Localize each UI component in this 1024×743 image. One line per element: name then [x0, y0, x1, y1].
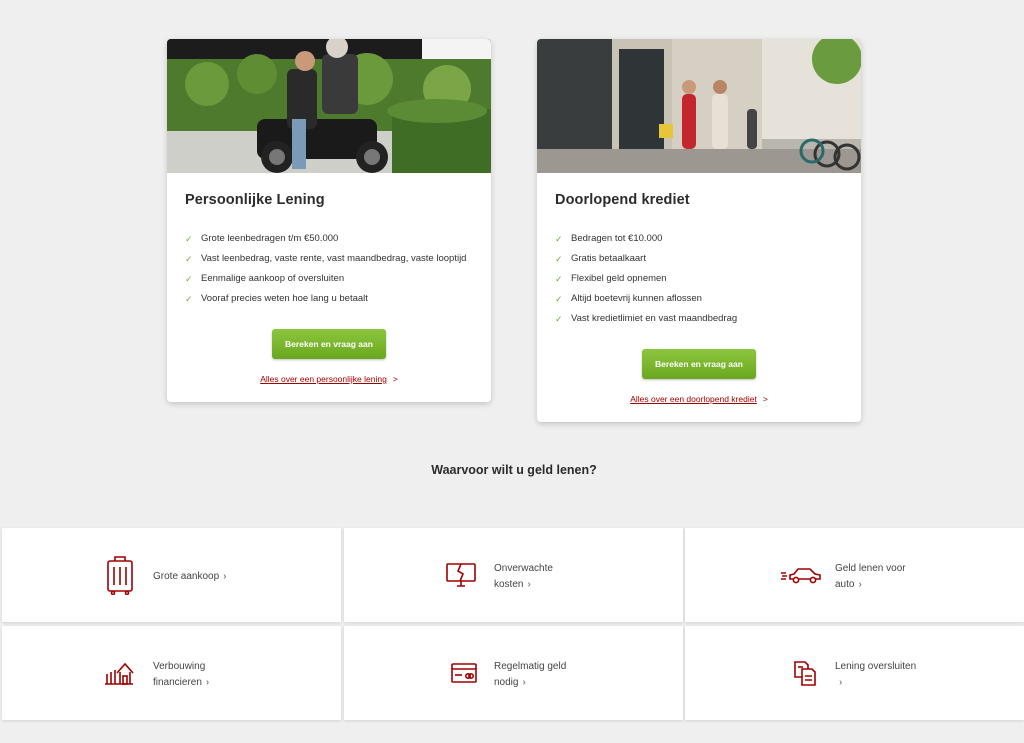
- tile-label: Grote aankoop: [153, 571, 220, 582]
- check-icon: ✓: [185, 274, 193, 284]
- chevron-right-icon: ›: [839, 677, 843, 688]
- tile-onverwachte-kosten[interactable]: Onverwachte kosten ›: [344, 528, 683, 622]
- tile-label: Geld lenen voor: [835, 563, 906, 574]
- chevron-right-icon: ›: [527, 579, 531, 590]
- shopping-street-photo: [537, 39, 861, 173]
- chevron-right-icon: ›: [205, 677, 210, 688]
- check-icon: ✓: [555, 254, 563, 264]
- feature-item: ✓ Grote leenbedragen t/m €50.000: [185, 229, 491, 249]
- car-icon: [779, 555, 823, 595]
- page-footer-spacer: [0, 723, 1024, 743]
- purpose-grid: Grote aankoop › Onverwachte kosten › Geld l…: [2, 528, 1024, 723]
- feature-item: ✓ Vast leenbedrag, vaste rente, vast maan…: [185, 249, 491, 269]
- product-card-doorlopend-krediet: Doorlopend krediet ✓ Bedragen tot €10.000…: [537, 39, 861, 422]
- feature-item: ✓ Bedragen tot €10.000: [555, 229, 861, 249]
- feature-item: ✓ Vooraf precies weten hoe lang u betaalt: [185, 289, 491, 309]
- feature-list: ✓ Grote leenbedragen t/m €50.000 ✓ Vast le…: [185, 229, 491, 309]
- house-renovation-icon: [102, 653, 136, 693]
- credit-card-icon: [447, 653, 481, 693]
- tile-label: Regelmatig geld: [494, 661, 567, 672]
- check-icon: ✓: [555, 274, 563, 284]
- more-info-link[interactable]: Alles over een persoonlijke lening >: [167, 374, 491, 384]
- check-icon: ✓: [185, 234, 193, 244]
- feature-item: ✓ Vast kredietlimiet en vast maandbedrag: [555, 309, 861, 329]
- arrow-right-icon: >: [392, 374, 398, 384]
- chevron-right-icon: ›: [858, 579, 862, 590]
- chevron-right-icon: ›: [223, 571, 227, 582]
- feature-item: ✓ Eenmalige aankoop of oversluiten: [185, 269, 491, 289]
- tile-label: Lening oversluiten: [835, 661, 917, 672]
- feature-item: ✓ Altijd boetevrij kunnen aflossen: [555, 289, 861, 309]
- calculate-apply-button[interactable]: Bereken en vraag aan: [272, 329, 386, 359]
- section-title: Waarvoor wilt u geld lenen?: [431, 463, 597, 477]
- feature-list: ✓ Bedragen tot €10.000 ✓ Gratis betaalkaar…: [555, 229, 861, 329]
- tile-lening-oversluiten[interactable]: Lening oversluiten ›: [685, 626, 1024, 720]
- card-title: Persoonlijke Lening: [185, 192, 325, 208]
- tile-label: Onverwachte: [494, 563, 553, 574]
- motorcycle-photo: [167, 39, 491, 173]
- tile-regelmatig-geld-nodig[interactable]: Regelmatig geld nodig ›: [344, 626, 683, 720]
- tile-verbouwing-financieren[interactable]: Verbouwing financieren ›: [2, 626, 341, 720]
- feature-item: ✓ Gratis betaalkaart: [555, 249, 861, 269]
- tile-label: Verbouwing: [153, 661, 206, 672]
- check-icon: ✓: [185, 294, 193, 304]
- tile-geld-lenen-voor-auto[interactable]: Geld lenen voor auto ›: [685, 528, 1024, 622]
- card-title: Doorlopend krediet: [555, 192, 690, 208]
- chevron-right-icon: ›: [522, 677, 526, 688]
- arrow-right-icon: >: [762, 394, 768, 404]
- check-icon: ✓: [555, 314, 563, 324]
- suitcase-icon: [103, 555, 137, 595]
- check-icon: ✓: [555, 294, 563, 304]
- product-card-persoonlijke-lening: Persoonlijke Lening ✓ Grote leenbedragen …: [167, 39, 491, 402]
- check-icon: ✓: [185, 254, 193, 264]
- tile-grote-aankoop[interactable]: Grote aankoop ›: [2, 528, 341, 622]
- feature-item: ✓ Flexibel geld opnemen: [555, 269, 861, 289]
- broken-monitor-icon: [444, 555, 478, 595]
- documents-icon: [788, 653, 822, 693]
- check-icon: ✓: [555, 234, 563, 244]
- calculate-apply-button[interactable]: Bereken en vraag aan: [642, 349, 756, 379]
- more-info-link[interactable]: Alles over een doorlopend krediet >: [537, 394, 861, 404]
